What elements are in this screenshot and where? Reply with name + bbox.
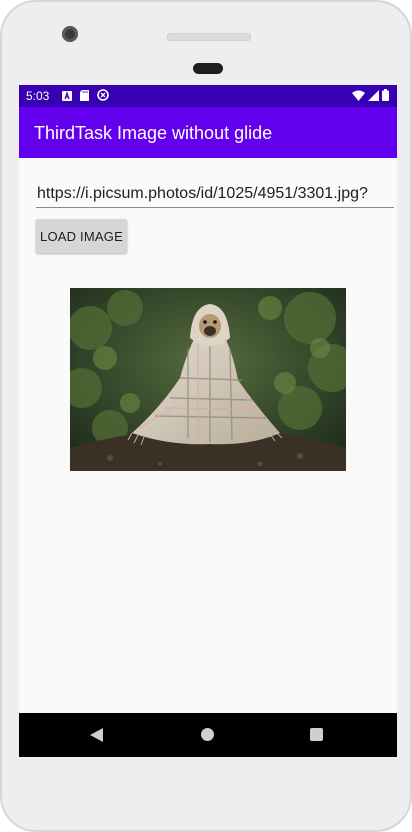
proximity-sensor — [193, 63, 223, 74]
app-title: ThirdTask Image without glide — [34, 123, 273, 143]
status-time: 5:03 — [26, 89, 50, 103]
recents-icon[interactable] — [310, 728, 323, 741]
back-icon[interactable] — [90, 728, 103, 747]
status-notification-icons — [62, 89, 109, 104]
earpiece-speaker — [167, 33, 251, 41]
signal-icon — [368, 89, 379, 104]
home-icon[interactable] — [201, 728, 214, 741]
load-image-button[interactable]: LOAD IMAGE — [36, 219, 127, 253]
battery-icon — [382, 89, 389, 104]
app-bar: ThirdTask Image without glide — [19, 107, 397, 158]
status-bar: 5:03 — [19, 85, 397, 107]
sync-icon — [97, 89, 109, 104]
sd-card-icon — [80, 89, 89, 104]
loaded-image — [70, 288, 346, 471]
url-input[interactable] — [36, 181, 394, 208]
navigation-bar — [19, 713, 397, 757]
status-system-icons — [352, 89, 389, 104]
screen: 5:03 ThirdTask Image without glide https… — [19, 85, 397, 757]
front-camera — [62, 26, 78, 42]
phone-frame: 5:03 ThirdTask Image without glide https… — [0, 0, 412, 832]
wifi-icon — [352, 90, 365, 104]
a-notification-icon — [62, 90, 72, 104]
